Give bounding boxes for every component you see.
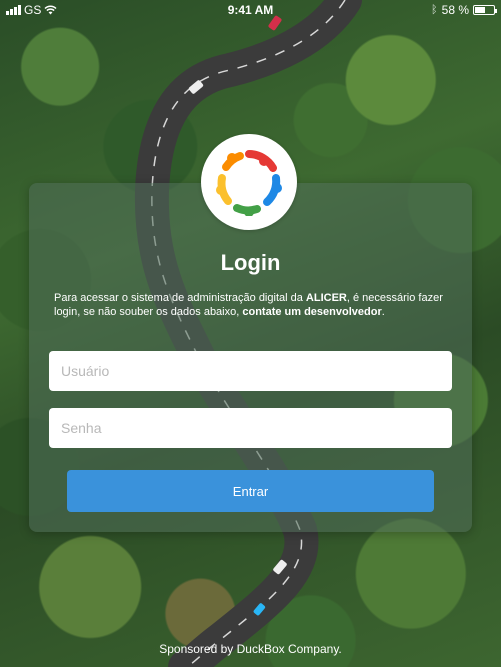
username-input[interactable] <box>49 351 452 391</box>
status-time: 9:41 AM <box>227 3 274 17</box>
login-description: Para acessar o sistema de administração … <box>54 291 449 319</box>
bluetooth-icon: ᛒ <box>431 4 438 16</box>
brand-name: ALICER <box>305 292 347 304</box>
login-submit-button[interactable]: Entrar <box>67 470 434 512</box>
app-logo <box>201 134 297 230</box>
desc-text-1: Para acessar o sistema de administração … <box>54 292 306 304</box>
sponsor-footer: Sponsored by DuckBox Company. <box>159 642 342 656</box>
status-bar: GS 9:41 AM ᛒ 58 % <box>0 0 501 20</box>
page-title: Login <box>220 250 281 275</box>
battery-level-fill <box>475 7 486 13</box>
password-input[interactable] <box>49 408 452 448</box>
battery-icon <box>473 5 497 15</box>
people-circle-logo-icon <box>216 150 282 216</box>
desc-text-3: . <box>381 306 385 318</box>
status-right: ᛒ 58 % <box>431 3 497 17</box>
battery-percent: 58 % <box>441 3 469 17</box>
contact-developer-text: contate um desenvolvedor <box>242 306 382 318</box>
